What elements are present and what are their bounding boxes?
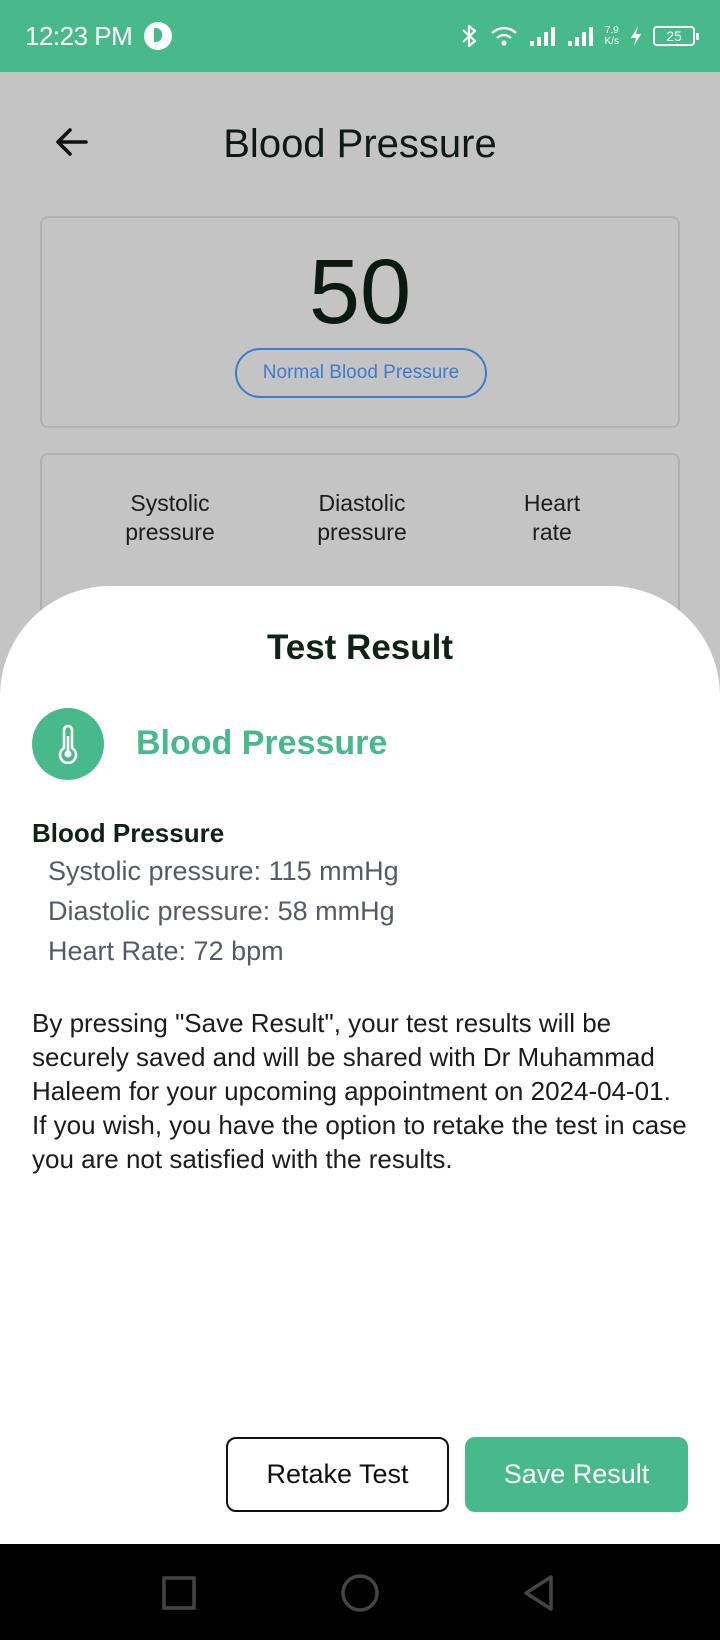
back-triangle-icon[interactable] (518, 1572, 560, 1614)
recents-square-icon[interactable] (158, 1572, 200, 1614)
charging-icon (629, 25, 643, 47)
status-time: 12:23 PM (25, 20, 133, 51)
page-title: Blood Pressure (223, 122, 497, 166)
status-icons: 7.9 K/s 25 (459, 23, 699, 49)
metric-label-text: Heart rate (523, 490, 581, 545)
status-badge: Normal Blood Pressure (235, 348, 487, 398)
home-circle-icon[interactable] (339, 1572, 381, 1614)
top-app-bar: Blood Pressure (0, 72, 720, 218)
system-nav-bar (0, 1544, 720, 1640)
save-result-button[interactable]: Save Result (465, 1437, 688, 1512)
retake-test-button[interactable]: Retake Test (226, 1437, 449, 1512)
network-speed: 7.9 K/s (605, 25, 619, 47)
metric-label-heart-rate: Heart rate (472, 489, 632, 547)
result-heart-rate: Heart Rate: 72 bpm (48, 936, 284, 966)
test-name: Blood Pressure (136, 724, 388, 762)
network-speed-unit: K/s (604, 36, 619, 47)
signal-icon-2 (567, 25, 595, 47)
metric-label-systolic: Systolic pressure (90, 489, 250, 547)
save-disclaimer: By pressing "Save Result", your test res… (32, 1008, 687, 1174)
metric-label-text: Systolic pressure (125, 490, 215, 545)
test-result-sheet: Test Result Blood Pressure Blood Pressur… (0, 586, 720, 1544)
signal-icon (529, 25, 557, 47)
app-notification-icon (144, 22, 173, 50)
network-speed-value: 7.9 (604, 25, 619, 36)
result-heading: Blood Pressure (32, 818, 225, 848)
bluetooth-icon (459, 23, 479, 49)
status-bar: 12:23 PM 7.9 K/s 25 (0, 0, 720, 72)
result-systolic: Systolic pressure: 115 mmHg (48, 856, 399, 886)
wifi-icon (489, 24, 519, 48)
battery-icon: 25 (653, 26, 699, 46)
reading-card: 50 Normal Blood Pressure (40, 216, 680, 428)
thermometer-icon (32, 708, 104, 780)
result-diastolic: Diastolic pressure: 58 mmHg (48, 896, 395, 926)
reading-value: 50 (308, 241, 412, 343)
metric-label-diastolic: Diastolic pressure (282, 489, 442, 547)
metric-label-text: Diastolic pressure (317, 490, 407, 545)
sheet-title: Test Result (266, 628, 454, 667)
